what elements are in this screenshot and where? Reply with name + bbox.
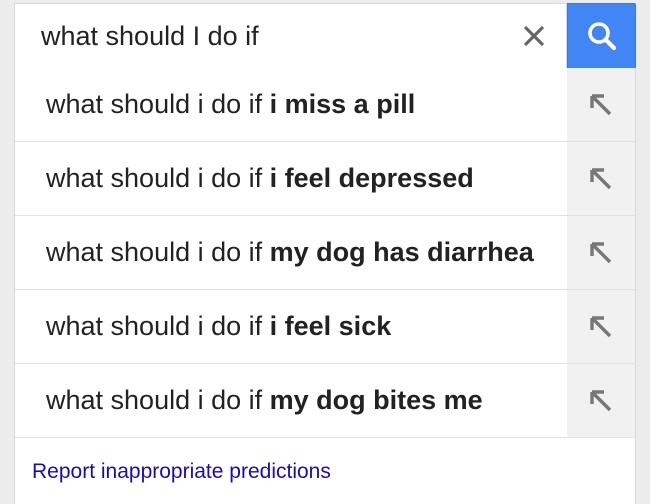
fill-query-button[interactable] <box>567 216 635 289</box>
fill-query-button[interactable] <box>567 364 635 437</box>
suggestion-item[interactable]: what should i do if i feel depressed <box>15 142 635 216</box>
arrow-up-left-icon <box>590 93 612 115</box>
suggestion-label: what should i do if i miss a pill <box>46 89 416 119</box>
fill-query-button[interactable] <box>567 290 635 363</box>
suggestion-label: what should i do if i feel depressed <box>46 163 474 193</box>
suggestion-completion: i feel sick <box>269 311 392 341</box>
suggestion-item[interactable]: what should i do if i feel sick <box>15 290 635 364</box>
suggestion-list: what should i do if i miss a pill what s… <box>14 68 636 504</box>
fill-query-button[interactable] <box>567 68 635 141</box>
arrow-up-left-icon <box>590 241 612 263</box>
suggestion-label: what should i do if i feel sick <box>46 311 392 341</box>
search-box <box>14 3 567 69</box>
clear-button[interactable] <box>512 13 556 59</box>
suggestion-item[interactable]: what should i do if i miss a pill <box>15 68 635 142</box>
arrow-up-left-icon <box>590 315 612 337</box>
search-icon <box>587 22 616 51</box>
suggestion-completion: my dog has diarrhea <box>269 237 534 267</box>
close-icon <box>523 25 545 47</box>
suggestion-completion: i feel depressed <box>269 163 474 193</box>
arrow-up-left-icon <box>590 389 612 411</box>
suggestion-label: what should i do if my dog has diarrhea <box>46 237 534 267</box>
suggestion-item[interactable]: what should i do if my dog bites me <box>15 364 635 438</box>
arrow-up-left-icon <box>590 167 612 189</box>
report-predictions-link[interactable]: Report inappropriate predictions <box>32 460 331 484</box>
suggestion-label: what should i do if my dog bites me <box>46 385 483 415</box>
search-autocomplete: what should i do if i miss a pill what s… <box>0 0 650 504</box>
search-button[interactable] <box>567 3 636 69</box>
fill-query-button[interactable] <box>567 142 635 215</box>
search-input[interactable] <box>41 4 511 68</box>
suggestion-completion: i miss a pill <box>269 89 416 119</box>
suggestion-item[interactable]: what should i do if my dog has diarrhea <box>15 216 635 290</box>
suggestion-completion: my dog bites me <box>269 385 483 415</box>
